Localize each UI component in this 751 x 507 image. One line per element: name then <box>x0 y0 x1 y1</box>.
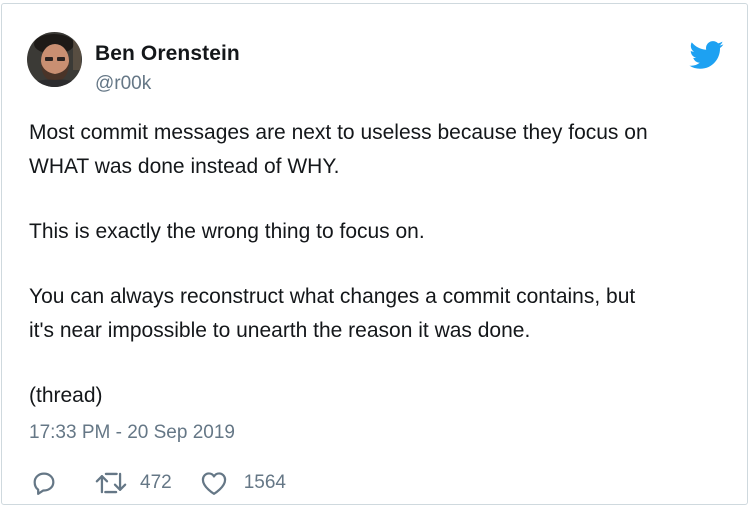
like-count: 1564 <box>243 472 286 493</box>
tweet-paragraph: This is exactly the wrong thing to focus… <box>29 215 729 249</box>
avatar[interactable] <box>27 32 82 87</box>
reply-button[interactable] <box>30 469 58 497</box>
tweet-line: WHAT was done instead of WHY. <box>29 155 340 178</box>
tweet-paragraph: You can always reconstruct what changes … <box>29 280 729 348</box>
tweet-line: (thread) <box>29 384 103 407</box>
tweet-line: You can always reconstruct what changes … <box>29 285 636 308</box>
author-name[interactable]: Ben Orenstein <box>95 42 240 66</box>
tweet-paragraph: (thread) <box>29 379 729 413</box>
heart-icon <box>201 472 226 495</box>
tweet-line: Most commit messages are next to useless… <box>29 121 648 144</box>
author-handle[interactable]: @r00k <box>95 73 151 95</box>
tweet-timestamp[interactable]: 17:33 PM - 20 Sep 2019 <box>29 422 235 444</box>
like-button[interactable]: 1564 <box>200 470 286 496</box>
twitter-bird-icon[interactable] <box>688 40 724 70</box>
tweet-actions: 472 1564 <box>30 466 286 500</box>
tweet-line: it's near impossible to unearth the reas… <box>29 319 531 342</box>
retweet-button[interactable]: 472 <box>94 470 172 496</box>
retweet-count: 472 <box>140 472 172 493</box>
tweet-card: Ben Orenstein @r00k Most commit messages… <box>1 3 748 505</box>
retweet-icon <box>95 472 127 494</box>
tweet-paragraph: Most commit messages are next to useless… <box>29 116 729 184</box>
avatar-photo <box>27 32 82 87</box>
tweet-line: This is exactly the wrong thing to focus… <box>29 220 425 243</box>
tweet-text: Most commit messages are next to useless… <box>29 116 729 413</box>
reply-icon <box>33 472 55 495</box>
